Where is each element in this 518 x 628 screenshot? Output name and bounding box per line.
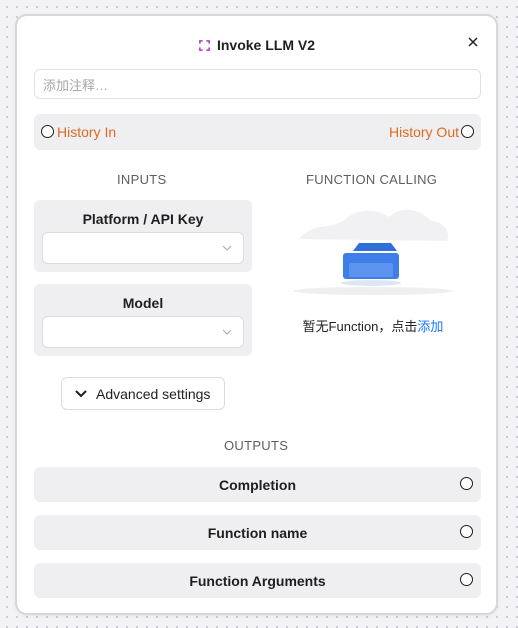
history-in-label: History In: [57, 124, 117, 140]
output-function-arguments-port[interactable]: [460, 573, 473, 586]
platform-api-key-select[interactable]: [42, 232, 244, 264]
model-field: Model: [34, 284, 252, 356]
output-function-name: Function name: [34, 515, 481, 550]
note-input[interactable]: 添加注释…: [34, 69, 481, 99]
note-placeholder: 添加注释…: [43, 77, 109, 93]
chevron-down-icon: [222, 329, 232, 335]
model-select[interactable]: [42, 316, 244, 348]
chevron-down-icon: [222, 245, 232, 251]
history-out-port[interactable]: [461, 125, 474, 138]
history-in-port[interactable]: [41, 125, 54, 138]
inputs-section-title: INPUTS: [117, 172, 167, 187]
node-header: Invoke LLM V2: [17, 32, 496, 58]
output-completion: Completion: [34, 467, 481, 502]
function-empty-text: 暂无Function，点击添加: [267, 316, 479, 335]
output-function-arguments: Function Arguments: [34, 563, 481, 598]
invoke-llm-node[interactable]: Invoke LLM V2 添加注释… History In History O…: [15, 14, 498, 615]
chevron-down-icon: [75, 389, 87, 397]
node-title: Invoke LLM V2: [216, 37, 316, 53]
function-empty-message: 暂无Function，点击: [302, 319, 418, 334]
advanced-settings-button[interactable]: Advanced settings: [61, 377, 225, 410]
output-function-arguments-label: Function Arguments: [189, 573, 326, 589]
history-row: History In History Out: [34, 114, 481, 150]
model-label: Model: [122, 295, 164, 311]
function-calling-section-title: FUNCTION CALLING: [306, 172, 438, 187]
node-icon: [199, 39, 210, 51]
advanced-settings-label: Advanced settings: [96, 385, 211, 402]
output-function-name-port[interactable]: [460, 525, 473, 538]
add-function-link[interactable]: 添加: [417, 319, 443, 334]
close-icon[interactable]: [464, 33, 482, 51]
empty-tray-icon: [293, 209, 453, 295]
platform-api-key-field: Platform / API Key: [34, 200, 252, 272]
platform-api-key-label: Platform / API Key: [82, 211, 204, 227]
outputs-section-title: OUTPUTS: [224, 438, 289, 453]
output-completion-port[interactable]: [460, 477, 473, 490]
output-completion-label: Completion: [219, 477, 296, 493]
output-function-name-label: Function name: [207, 525, 308, 541]
history-out-label: History Out: [388, 124, 459, 140]
